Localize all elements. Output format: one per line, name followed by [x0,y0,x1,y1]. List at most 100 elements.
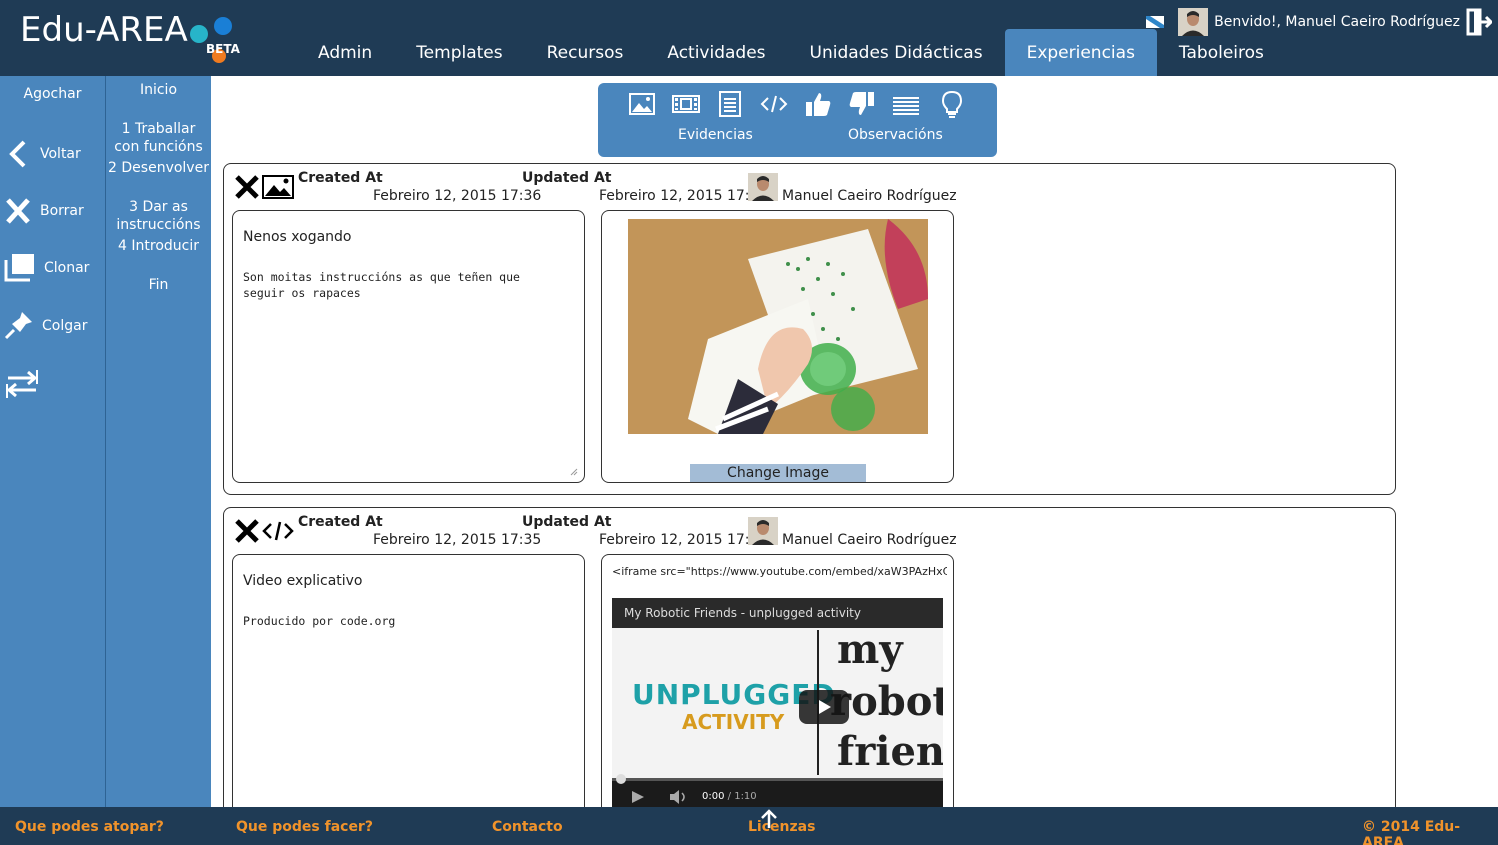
thumbs-down-icon[interactable] [848,90,876,118]
close-icon[interactable] [234,518,260,544]
hide-sidebar-button[interactable]: Agochar [0,86,105,102]
main-nav: Admin Templates Recursos Actividades Uni… [296,29,1286,76]
back-label: Voltar [40,146,81,162]
video-icon[interactable] [672,90,700,118]
progress-bar[interactable] [612,778,943,781]
toc-end[interactable]: Fin [106,276,211,294]
nav-actividades[interactable]: Actividades [645,29,787,76]
author-avatar [748,517,778,545]
evidence-photo [628,219,928,434]
toc-sidebar: Inicio 1 Traballar con funcións 2 Desenv… [106,76,211,807]
user-avatar [1178,8,1209,36]
pin-button[interactable]: Colgar [4,310,87,342]
footer-link-contact[interactable]: Contacto [492,819,563,835]
text-panel[interactable]: Nenos xogando Son moitas instruccións as… [232,210,585,483]
video-title[interactable]: My Robotic Friends - unplugged activity [612,598,943,628]
updated-at-label: Updated At [522,170,612,186]
embed-code[interactable]: <iframe src="https://www.youtube.com/emb… [612,565,947,578]
footer-link-licenses[interactable]: Licenzas [748,819,815,835]
beta-badge: BETA [206,42,240,56]
nav-templates[interactable]: Templates [394,29,524,76]
pin-label: Colgar [42,318,88,334]
nav-experiencias[interactable]: Experiencias [1004,29,1157,76]
footer-link-do[interactable]: Que podes facer? [236,819,373,835]
evidence-card-image: Created At Febreiro 12, 2015 17:36 Updat… [223,163,1396,495]
clone-button[interactable]: Clonar [4,252,89,284]
image-icon [262,175,294,199]
toc-item-4[interactable]: 4 Introducir [106,237,211,255]
play-icon [819,700,831,714]
video-time: 0:00 / 1:10 [702,791,757,802]
logout-icon[interactable] [1466,8,1492,36]
created-at-value: Febreiro 12, 2015 17:35 [373,532,542,548]
document-icon[interactable] [716,90,744,118]
galician-flag-icon[interactable] [1146,16,1165,28]
user-area: Benvido!, Manuel Caeiro Rodríguez [1146,8,1492,36]
chevron-left-icon [9,140,26,168]
footer: Que podes atopar? Que podes facer? Conta… [0,807,1498,845]
thumbnail-subtext: ACTIVITY [682,710,785,734]
close-icon [6,198,30,224]
nav-unidades[interactable]: Unidades Didácticas [788,29,1005,76]
nav-recursos[interactable]: Recursos [525,29,646,76]
updated-at-value: Febreiro 12, 2015 17:35 [599,532,768,548]
evidence-card-code: Created At Febreiro 12, 2015 17:35 Updat… [223,507,1396,827]
thumbs-up-icon[interactable] [804,90,832,118]
top-header: Edu-AREA BETA Admin Templates Recursos A… [0,0,1498,76]
clone-icon [4,254,34,282]
updated-at-label: Updated At [522,514,612,530]
scroll-top-icon[interactable] [760,809,778,829]
delete-button[interactable]: Borrar [4,196,84,226]
author-name: Manuel Caeiro Rodríguez [782,188,957,204]
progress-handle[interactable] [616,774,626,784]
updated-at-value: Febreiro 12, 2015 17:36 [599,188,768,204]
text-panel[interactable]: Video explicativo Producido por code.org [232,554,585,827]
author-name: Manuel Caeiro Rodríguez [782,532,957,548]
copyright: © 2014 Edu-AREA [1362,819,1461,845]
volume-icon[interactable] [668,789,690,805]
close-icon[interactable] [234,174,260,200]
swap-button[interactable] [4,366,48,402]
evidence-title[interactable]: Nenos xogando [243,229,351,245]
welcome-text: Benvido!, Manuel Caeiro Rodríguez [1214,14,1460,30]
nav-taboleiros[interactable]: Taboleiros [1157,29,1286,76]
created-at-label: Created At [298,170,383,186]
toc-item-1[interactable]: 1 Traballar con funcións [106,120,211,156]
swap-arrows-icon [6,370,38,398]
lightbulb-icon[interactable] [938,90,966,118]
evidence-description[interactable]: Son moitas instruccións as que teñen que… [243,269,543,301]
evidence-description[interactable]: Producido por code.org [243,613,543,629]
image-icon[interactable] [628,90,656,118]
nav-admin[interactable]: Admin [296,29,394,76]
footer-link-find[interactable]: Que podes atopar? [15,819,164,835]
video-controls [612,778,943,810]
code-icon[interactable] [760,90,788,118]
code-icon [262,521,294,541]
embed-panel: <iframe src="https://www.youtube.com/emb… [601,554,954,827]
content-type-toolbar: Evidencias Observacións [598,83,997,157]
evidence-label: Evidencias [678,127,753,143]
back-button[interactable]: Voltar [4,138,81,170]
toc-start[interactable]: Inicio [106,81,211,99]
action-sidebar: Agochar Voltar Borrar Clonar Colgar [0,76,105,807]
toc-item-2[interactable]: 2 Desenvolver [106,159,211,177]
toc-item-3[interactable]: 3 Dar as instruccións [106,198,211,234]
thumbnail-hand-1: my [837,626,903,673]
play-control-icon[interactable] [630,790,646,804]
clone-label: Clonar [44,260,90,276]
change-image-button[interactable]: Change Image [690,464,866,482]
pin-icon [4,312,32,340]
author-avatar [748,173,778,201]
delete-label: Borrar [40,203,84,219]
thumbnail-hand-3: frien [837,728,943,775]
evidence-title[interactable]: Video explicativo [243,573,363,589]
play-button[interactable] [799,690,849,724]
video-player[interactable]: UNPLUGGED ACTIVITY my robot frien My Rob… [612,598,943,810]
image-panel: Change Image [601,210,954,483]
created-at-label: Created At [298,514,383,530]
created-at-value: Febreiro 12, 2015 17:36 [373,188,542,204]
app-logo[interactable]: Edu-AREA [20,10,188,50]
resize-grip-icon[interactable] [568,466,578,476]
lines-icon[interactable] [892,90,920,118]
observations-label: Observacións [848,127,943,143]
